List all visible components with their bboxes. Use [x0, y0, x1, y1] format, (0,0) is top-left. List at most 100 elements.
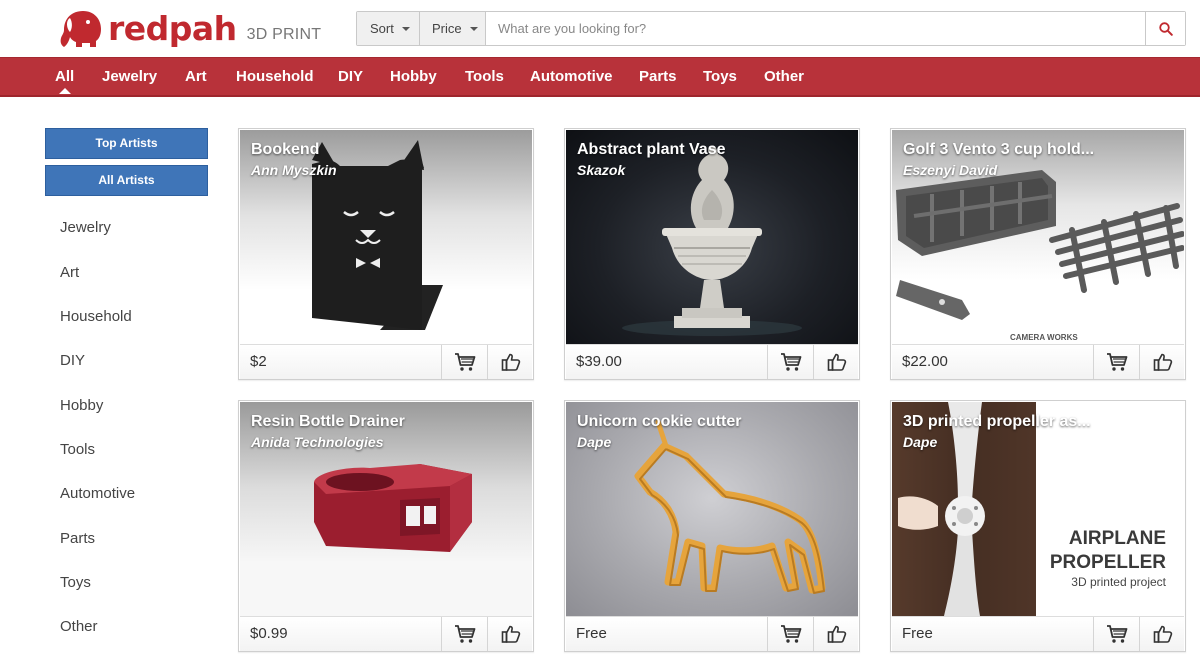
- product-card[interactable]: Abstract plant Vase Skazok $39.00: [564, 128, 860, 380]
- product-image[interactable]: CAMERA WORKS Golf 3 Vento 3 cup hold... …: [892, 130, 1184, 344]
- thumbs-up-icon: [827, 625, 846, 643]
- product-price: $0.99: [250, 625, 288, 642]
- like-button[interactable]: [1139, 617, 1185, 651]
- sidebar-item-toys[interactable]: Toys: [60, 574, 91, 591]
- price-dropdown[interactable]: Price: [420, 12, 486, 45]
- card-footer: $39.00: [566, 344, 858, 379]
- add-to-cart-button[interactable]: [767, 345, 813, 379]
- product-card[interactable]: Resin Bottle Drainer Anida Technologies …: [238, 400, 534, 652]
- site-header: redpah 3D PRINT Sort Price: [0, 0, 1200, 57]
- propeller-text-line2: PROPELLER: [1050, 552, 1166, 573]
- product-price: $2: [250, 353, 267, 370]
- product-title[interactable]: Golf 3 Vento 3 cup hold...: [903, 141, 1094, 159]
- card-footer: $22.00: [892, 344, 1184, 379]
- category-nav: All Jewelry Art Household DIY Hobby Tool…: [0, 57, 1200, 97]
- product-artist[interactable]: Anida Technologies: [251, 434, 384, 450]
- sidebar-item-other[interactable]: Other: [60, 618, 98, 635]
- nav-item-other[interactable]: Other: [764, 58, 804, 96]
- card-footer: Free: [892, 616, 1184, 651]
- product-card[interactable]: Unicorn cookie cutter Dape Free: [564, 400, 860, 652]
- nav-item-art[interactable]: Art: [185, 58, 207, 96]
- nav-item-hobby[interactable]: Hobby: [390, 58, 437, 96]
- nav-item-parts[interactable]: Parts: [639, 58, 677, 96]
- product-image[interactable]: Unicorn cookie cutter Dape: [566, 402, 858, 616]
- thumbs-up-icon: [501, 625, 520, 643]
- product-card[interactable]: CAMERA WORKS Golf 3 Vento 3 cup hold... …: [890, 128, 1186, 380]
- product-title[interactable]: Unicorn cookie cutter: [577, 413, 741, 431]
- card-footer: $0.99: [240, 616, 532, 651]
- card-footer: $2: [240, 344, 532, 379]
- cart-icon: [780, 353, 801, 371]
- cart-icon: [780, 625, 801, 643]
- nav-item-toys[interactable]: Toys: [703, 58, 737, 96]
- product-title[interactable]: 3D printed propeller as...: [903, 413, 1091, 431]
- brand-subtitle: 3D PRINT: [246, 26, 322, 43]
- product-artist[interactable]: Skazok: [577, 162, 625, 178]
- search-input[interactable]: [486, 12, 1145, 45]
- like-button[interactable]: [487, 617, 533, 651]
- product-card[interactable]: AIRPLANE PROPELLER 3D printed project 3D…: [890, 400, 1186, 652]
- product-artist[interactable]: Eszenyi David: [903, 162, 997, 178]
- product-title[interactable]: Resin Bottle Drainer: [251, 413, 405, 431]
- product-artist[interactable]: Ann Myszkin: [251, 162, 337, 178]
- cart-icon: [1106, 625, 1127, 643]
- active-tab-indicator: [59, 88, 71, 94]
- cart-icon: [454, 625, 475, 643]
- product-artist[interactable]: Dape: [577, 434, 611, 450]
- add-to-cart-button[interactable]: [1093, 345, 1139, 379]
- sidebar-item-tools[interactable]: Tools: [60, 441, 95, 458]
- add-to-cart-button[interactable]: [441, 617, 487, 651]
- sidebar-item-automotive[interactable]: Automotive: [60, 485, 135, 502]
- product-price: $39.00: [576, 353, 622, 370]
- brand-logo[interactable]: redpah 3D PRINT: [58, 8, 321, 50]
- sort-dropdown[interactable]: Sort: [357, 12, 420, 45]
- nav-item-diy[interactable]: DIY: [338, 58, 363, 96]
- add-to-cart-button[interactable]: [441, 345, 487, 379]
- sidebar-item-hobby[interactable]: Hobby: [60, 397, 103, 414]
- product-artist[interactable]: Dape: [903, 434, 937, 450]
- chevron-down-icon: [401, 27, 410, 31]
- product-price: Free: [902, 625, 933, 642]
- thumbs-up-icon: [1153, 625, 1172, 643]
- product-price: Free: [576, 625, 607, 642]
- brand-name: redpah: [108, 9, 237, 48]
- thumbs-up-icon: [827, 353, 846, 371]
- product-image[interactable]: Resin Bottle Drainer Anida Technologies: [240, 402, 532, 616]
- product-image[interactable]: AIRPLANE PROPELLER 3D printed project 3D…: [892, 402, 1184, 616]
- sidebar-item-diy[interactable]: DIY: [60, 352, 85, 369]
- add-to-cart-button[interactable]: [1093, 617, 1139, 651]
- nav-item-household[interactable]: Household: [236, 58, 314, 96]
- thumbs-up-icon: [1153, 353, 1172, 371]
- like-button[interactable]: [487, 345, 533, 379]
- sidebar-item-parts[interactable]: Parts: [60, 530, 95, 547]
- cart-icon: [1106, 353, 1127, 371]
- all-artists-button[interactable]: All Artists: [45, 165, 208, 196]
- sidebar-item-jewelry[interactable]: Jewelry: [60, 219, 111, 236]
- search-icon: [1158, 21, 1173, 36]
- top-artists-button[interactable]: Top Artists: [45, 128, 208, 159]
- sort-label: Sort: [370, 21, 394, 36]
- sidebar-item-art[interactable]: Art: [60, 264, 79, 281]
- like-button[interactable]: [813, 345, 859, 379]
- price-label: Price: [432, 21, 462, 36]
- cart-icon: [454, 353, 475, 371]
- product-card[interactable]: Bookend Ann Myszkin $2: [238, 128, 534, 380]
- nav-item-jewelry[interactable]: Jewelry: [102, 58, 157, 96]
- card-footer: Free: [566, 616, 858, 651]
- image-caption: CAMERA WORKS: [1010, 333, 1078, 342]
- product-price: $22.00: [902, 353, 948, 370]
- thumbs-up-icon: [501, 353, 520, 371]
- product-image[interactable]: Bookend Ann Myszkin: [240, 130, 532, 344]
- sidebar-item-household[interactable]: Household: [60, 308, 132, 325]
- like-button[interactable]: [1139, 345, 1185, 379]
- product-image[interactable]: Abstract plant Vase Skazok: [566, 130, 858, 344]
- nav-item-automotive[interactable]: Automotive: [530, 58, 613, 96]
- nav-item-tools[interactable]: Tools: [465, 58, 504, 96]
- search-button[interactable]: [1145, 12, 1185, 45]
- search-bar: Sort Price: [356, 11, 1186, 46]
- add-to-cart-button[interactable]: [767, 617, 813, 651]
- product-title[interactable]: Bookend: [251, 141, 319, 159]
- product-title[interactable]: Abstract plant Vase: [577, 141, 726, 159]
- like-button[interactable]: [813, 617, 859, 651]
- chevron-down-icon: [469, 27, 478, 31]
